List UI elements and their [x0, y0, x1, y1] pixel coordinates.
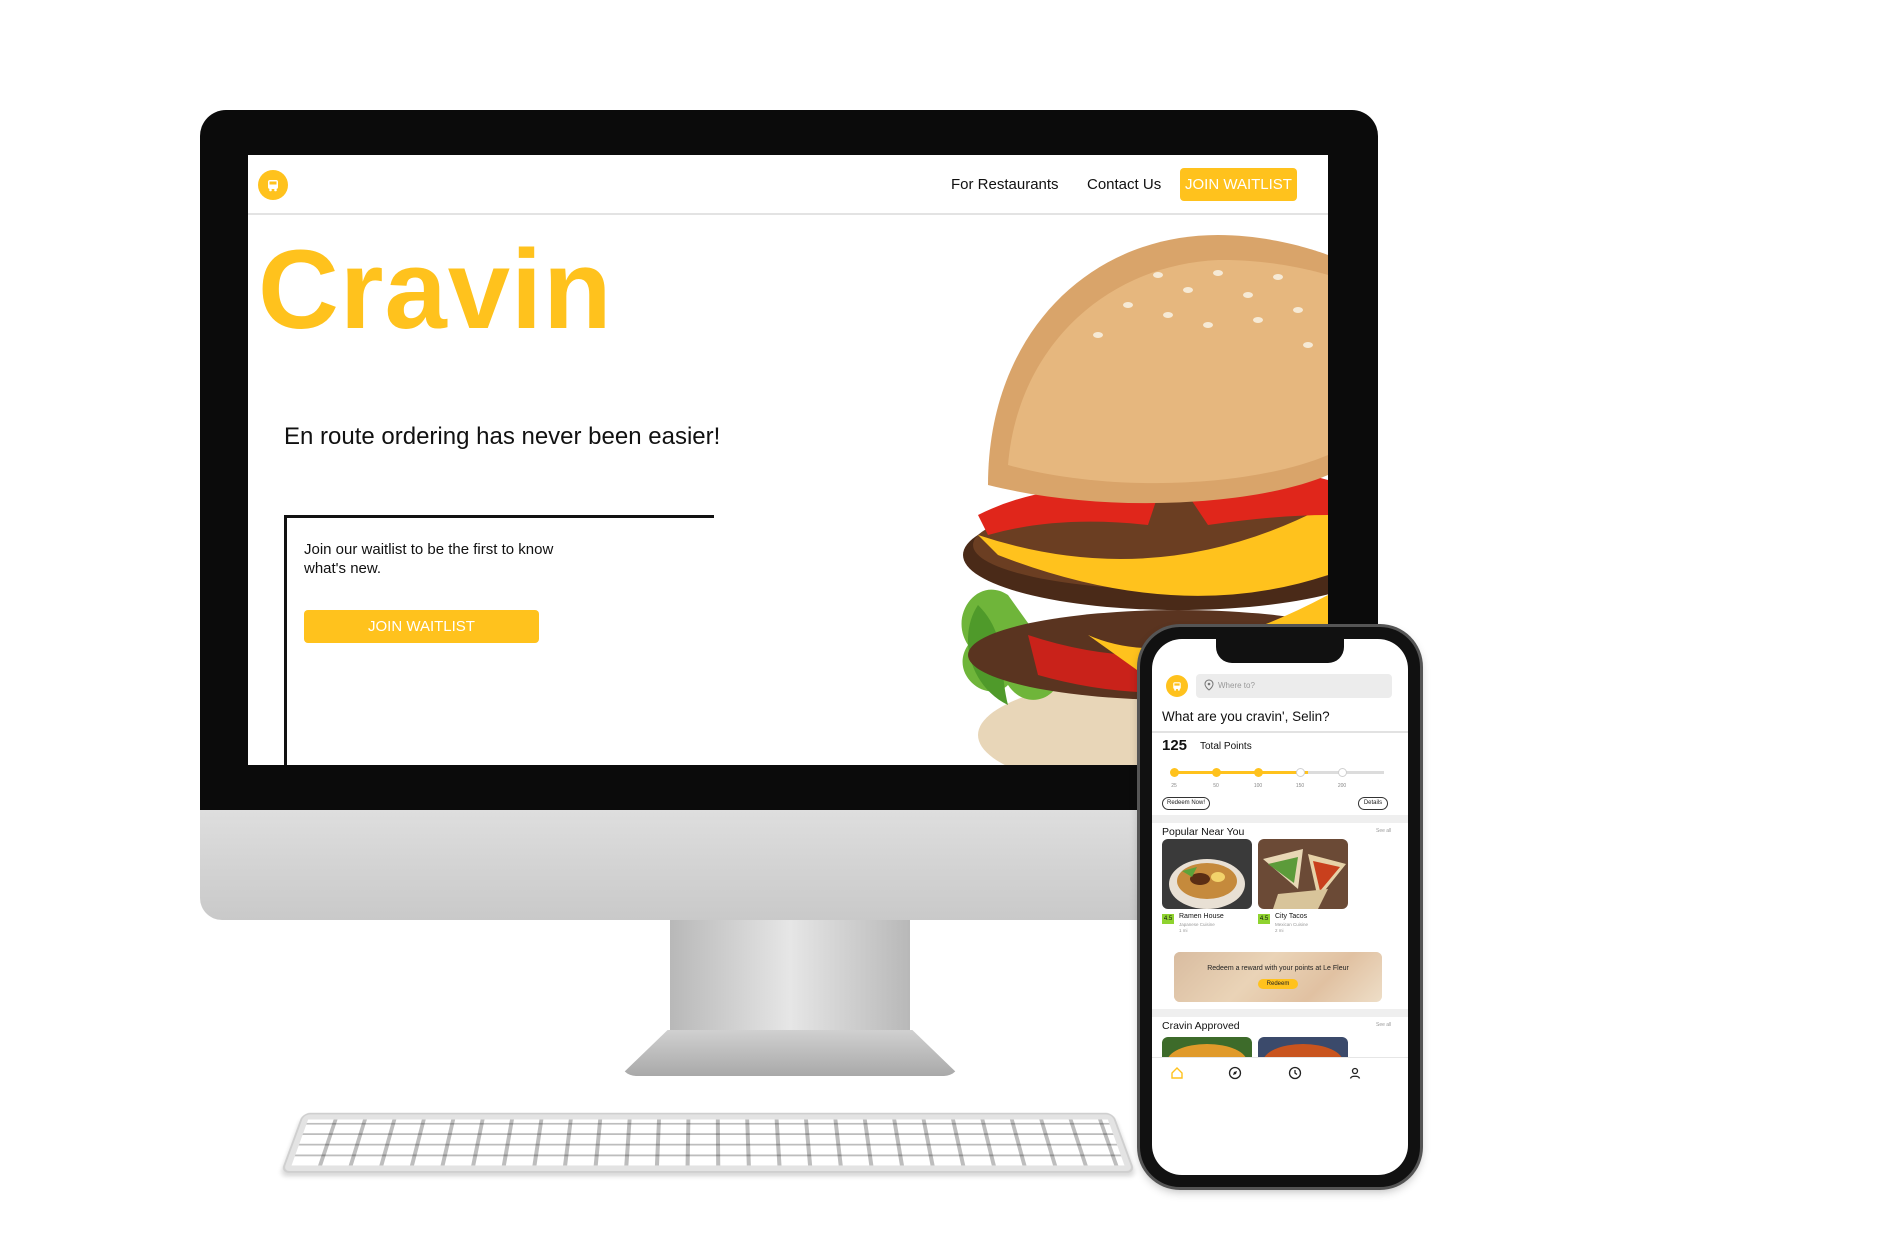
milestone-dot [1296, 768, 1305, 777]
keyboard [280, 1112, 1136, 1173]
profile-icon[interactable] [1348, 1066, 1362, 1080]
cravin-logo[interactable] [258, 170, 288, 200]
nav-link-contact-us[interactable]: Contact Us [1087, 176, 1161, 193]
popular-see-all-link[interactable]: See all [1376, 828, 1391, 834]
nav-join-waitlist-button[interactable]: JOIN WAITLIST [1180, 168, 1297, 201]
restaurant-cuisine: Mexican Cuisine [1275, 922, 1309, 927]
app-logo[interactable] [1166, 675, 1188, 697]
hero-subtitle: En route ordering has never been easier! [284, 423, 721, 450]
points-label: Total Points [1200, 741, 1252, 752]
hero-title: Cravin [258, 227, 613, 352]
phone-notch [1216, 639, 1344, 663]
points-value: 125 [1162, 737, 1188, 754]
waitlist-text: Join our waitlist to be the first to kno… [304, 541, 554, 577]
redeem-now-button[interactable]: Redeem Now! [1162, 797, 1210, 810]
greeting: What are you cravin', Selin? [1162, 709, 1330, 724]
rating-badge: 4.5 [1258, 914, 1270, 924]
milestone-dot [1338, 768, 1347, 777]
section-separator [1152, 815, 1408, 823]
divider [1152, 731, 1408, 733]
milestone-label: 50 [1213, 783, 1219, 789]
search-input[interactable]: Where to? [1196, 674, 1392, 698]
promo-text: Redeem a reward with your points at Le F… [1207, 965, 1349, 972]
milestone-label: 150 [1295, 783, 1305, 789]
approved-see-all-link[interactable]: See all [1376, 1022, 1391, 1028]
promo-redeem-button[interactable]: Redeem [1258, 979, 1298, 989]
food-truck-icon [1173, 682, 1181, 691]
redeem-promo-banner[interactable]: Redeem a reward with your points at Le F… [1174, 952, 1382, 1002]
rating-badge: 4.5 [1162, 914, 1174, 924]
location-pin-icon [1204, 679, 1214, 691]
milestone-label: 200 [1337, 783, 1347, 789]
food-truck-icon [268, 180, 278, 192]
nav-link-for-restaurants[interactable]: For Restaurants [951, 176, 1059, 193]
ramen-house-image[interactable] [1162, 839, 1252, 909]
restaurant-distance: 1 mi [1179, 928, 1188, 933]
popular-section-title: Popular Near You [1162, 826, 1245, 838]
waitlist-frame-left [284, 515, 287, 765]
waitlist-frame-top [284, 515, 714, 518]
compass-icon[interactable] [1228, 1066, 1242, 1080]
phone-screen: Where to? What are you cravin', Selin? 1… [1152, 639, 1408, 1175]
approved-section-title: Cravin Approved [1162, 1020, 1240, 1032]
milestone-dot [1212, 768, 1221, 777]
restaurant-distance: 2 mi [1275, 928, 1284, 933]
milestone-dot [1170, 768, 1179, 777]
restaurant-name[interactable]: City Tacos [1275, 913, 1307, 920]
home-icon[interactable] [1170, 1066, 1184, 1080]
milestone-label: 25 [1171, 783, 1177, 789]
details-button[interactable]: Details [1358, 797, 1388, 810]
section-separator [1152, 1009, 1408, 1017]
site-navbar: For Restaurants Contact Us JOIN WAITLIST [248, 155, 1328, 215]
restaurant-name[interactable]: Ramen House [1179, 913, 1224, 920]
milestone-dot [1254, 768, 1263, 777]
imac-stand-foot [620, 1030, 960, 1076]
imac-stand-neck [670, 920, 910, 1030]
milestone-label: 100 [1253, 783, 1263, 789]
phone-device: Where to? What are you cravin', Selin? 1… [1140, 627, 1420, 1187]
clock-icon[interactable] [1288, 1066, 1302, 1080]
points-progress-fill [1174, 771, 1308, 774]
restaurant-cuisine: Japanese Cuisine [1179, 922, 1215, 927]
city-tacos-image[interactable] [1258, 839, 1348, 909]
join-waitlist-button[interactable]: JOIN WAITLIST [304, 610, 539, 643]
bottom-tab-bar [1152, 1057, 1408, 1090]
search-placeholder: Where to? [1218, 681, 1255, 690]
